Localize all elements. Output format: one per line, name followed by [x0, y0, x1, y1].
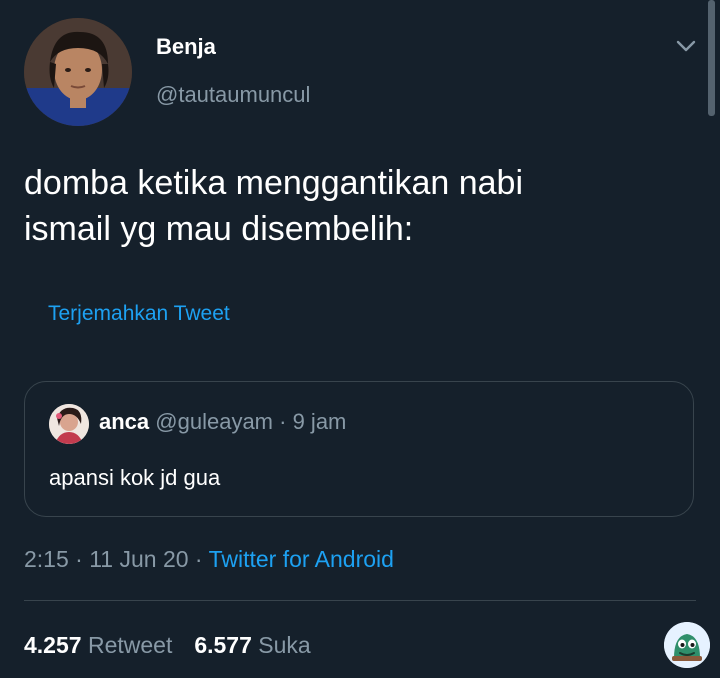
author-display-name[interactable]: Benja — [156, 33, 216, 61]
quoted-author-handle: @guleayam — [155, 409, 274, 434]
separator-dot: · — [273, 409, 293, 434]
likes-stat[interactable]: 6.577 Suka — [194, 632, 310, 658]
likes-count: 6.577 — [194, 632, 252, 658]
separator-dot: · — [188, 546, 209, 572]
quoted-tweet-text: apansi kok jd gua — [49, 465, 221, 490]
tweet-date: 11 Jun 20 — [89, 546, 189, 572]
chevron-down-icon[interactable] — [670, 30, 702, 62]
tweet-detail-page: Benja @tautaumuncul domba ketika menggan… — [0, 0, 720, 678]
tweet-text-line: ismail yg mau disembelih: — [24, 210, 414, 248]
retweets-count: 4.257 — [24, 632, 82, 658]
separator-dot: · — [68, 546, 90, 572]
tweet-stats: 4.257 Retweet 6.577 Suka — [24, 630, 311, 660]
author-avatar[interactable] — [24, 18, 132, 126]
scrollbar[interactable] — [708, 0, 715, 116]
author-handle[interactable]: @tautaumuncul — [156, 81, 310, 109]
tweet-meta: 2:15 · 11 Jun 20 · Twitter for Android — [24, 544, 394, 574]
divider — [24, 600, 696, 601]
tweet-time: 2:15 — [24, 546, 69, 572]
retweets-stat[interactable]: 4.257 Retweet — [24, 632, 172, 658]
likes-label: Suka — [258, 632, 311, 658]
translate-tweet-link[interactable]: Terjemahkan Tweet — [48, 300, 230, 328]
mascot-icon[interactable] — [664, 622, 710, 668]
quoted-tweet-time: 9 jam — [292, 409, 347, 434]
quoted-tweet-card[interactable]: anca @guleayam · 9 jam apansi kok jd gua — [24, 381, 694, 517]
quoted-author-avatar — [49, 404, 89, 444]
tweet-source-link[interactable]: Twitter for Android — [209, 546, 394, 572]
quoted-tweet-header: anca @guleayam · 9 jam — [99, 408, 346, 436]
tweet-text-line: domba ketika menggantikan nabi — [24, 164, 523, 202]
retweets-label: Retweet — [87, 632, 173, 658]
quoted-author-name: anca — [99, 409, 150, 434]
tweet-text: domba ketika menggantikan nabi ismail yg… — [24, 160, 684, 252]
